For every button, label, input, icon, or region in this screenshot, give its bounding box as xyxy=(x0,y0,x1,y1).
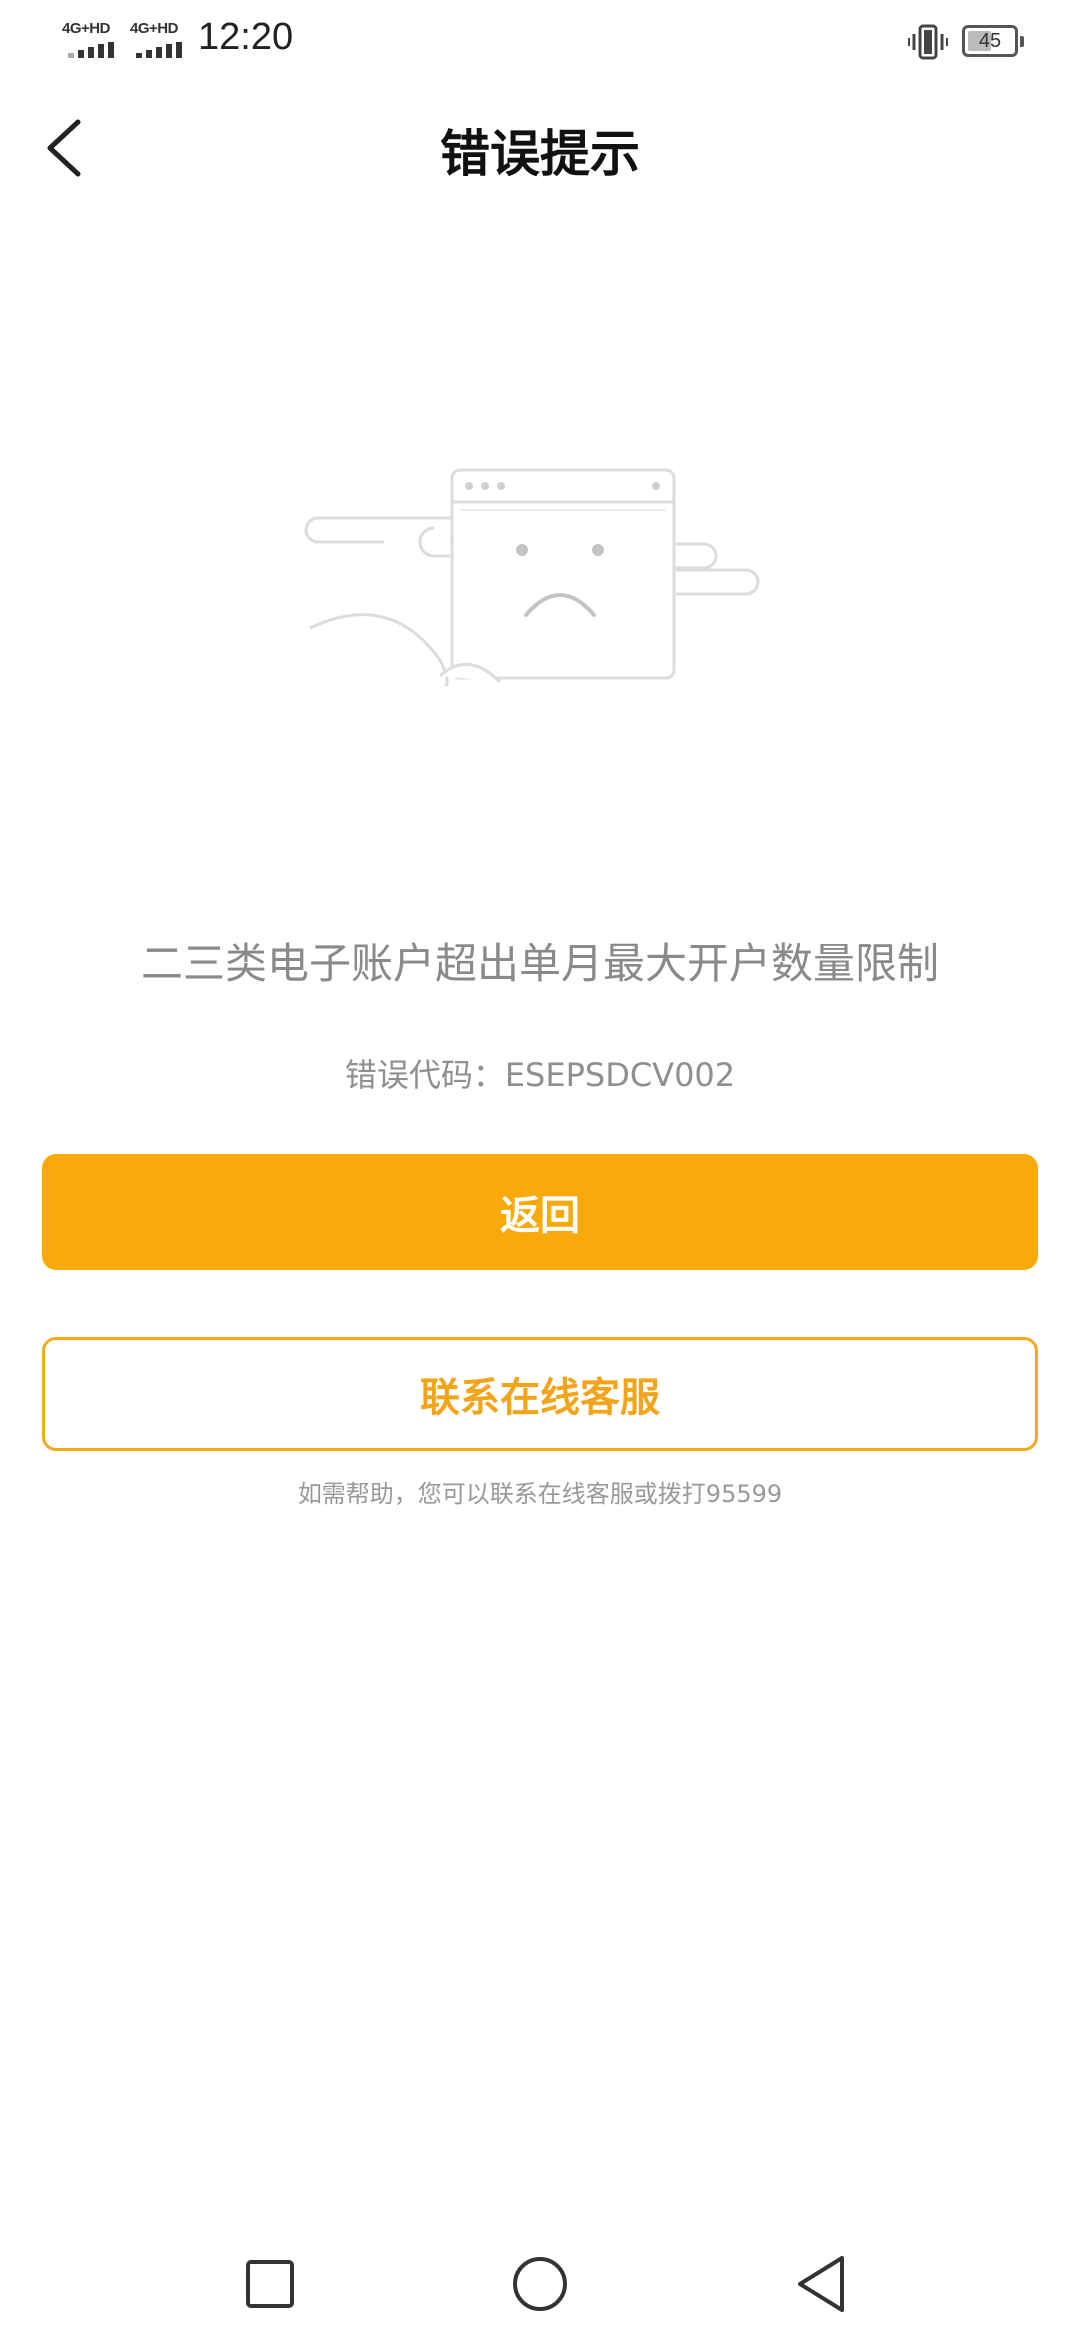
contact-service-button[interactable]: 联系在线客服 xyxy=(42,1337,1038,1451)
battery-icon: 45 xyxy=(962,25,1024,57)
error-code: 错误代码：ESEPSDCV002 xyxy=(344,1056,736,1094)
help-text: 如需帮助，您可以联系在线客服或拨打95599 xyxy=(297,1480,783,1508)
sad-browser-window-icon xyxy=(304,468,760,687)
signal-icon xyxy=(136,42,182,58)
network-type-label: 4G+HD xyxy=(130,20,178,37)
network-type-label: 4G+HD xyxy=(62,20,110,37)
system-navigation-bar xyxy=(0,2230,1080,2340)
battery-level: 45 xyxy=(978,30,1002,52)
error-message: 二三类电子账户超出单月最大开户数量限制 xyxy=(140,939,939,988)
status-bar: 4G+HD 4G+HD 12:20 45 xyxy=(0,0,1080,84)
battery-nub xyxy=(1020,36,1024,47)
page-title: 错误提示 xyxy=(440,125,640,183)
signal-indicator-2: 4G+HD xyxy=(130,20,196,60)
return-button[interactable]: 返回 xyxy=(42,1154,1038,1270)
signal-icon xyxy=(68,42,114,58)
vibrate-icon xyxy=(908,24,948,60)
recent-apps-icon xyxy=(246,2260,294,2308)
clock: 12:20 xyxy=(198,16,294,58)
signal-indicator-1: 4G+HD xyxy=(62,20,128,60)
system-back-button[interactable] xyxy=(782,2244,862,2324)
recent-apps-button[interactable] xyxy=(230,2244,310,2324)
home-button[interactable] xyxy=(500,2244,580,2324)
home-icon xyxy=(513,2257,567,2311)
back-icon xyxy=(798,2256,844,2312)
